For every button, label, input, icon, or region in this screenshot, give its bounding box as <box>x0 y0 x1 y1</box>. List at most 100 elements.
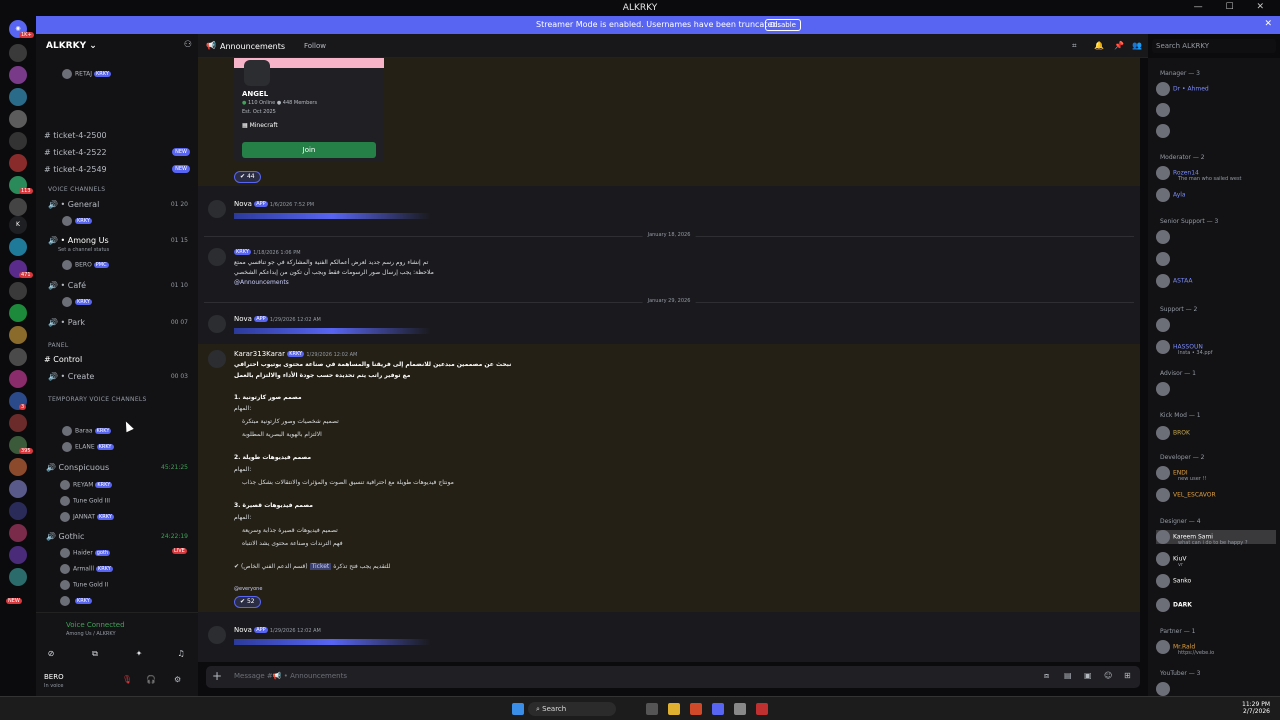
author-avatar[interactable] <box>208 350 226 368</box>
server-icon[interactable] <box>9 110 27 128</box>
category-panel[interactable]: PANEL <box>48 342 68 349</box>
channel-ticket[interactable]: # ticket-4-2500 <box>36 131 198 140</box>
task-view-icon[interactable] <box>646 703 658 715</box>
server-icon[interactable] <box>9 348 27 366</box>
threads-icon[interactable]: ⌗ <box>1072 41 1077 51</box>
notification-icon[interactable]: 🔔 <box>1094 41 1104 50</box>
author-avatar[interactable] <box>208 315 226 333</box>
server-header[interactable]: ALKRKY ⌄ ⚇ <box>36 34 198 58</box>
member-item[interactable] <box>1156 252 1173 266</box>
banner-close-icon[interactable]: ✕ <box>1264 19 1272 29</box>
server-icon[interactable] <box>9 480 27 498</box>
screen-share-icon[interactable]: ⧉ <box>80 649 110 663</box>
author-avatar[interactable] <box>208 248 226 266</box>
voice-location[interactable]: Among Us / ALKRKY <box>66 631 116 637</box>
channel-mention[interactable]: @Announcements <box>234 279 289 286</box>
server-icon[interactable] <box>9 282 27 300</box>
emoji-icon[interactable]: ☺ <box>1104 671 1112 680</box>
voice-user[interactable]: KRKY <box>62 297 92 307</box>
member-item[interactable]: Dr • Ahmed <box>1156 82 1209 96</box>
voice-user[interactable]: RETAJ KRKY <box>62 69 111 79</box>
member-item[interactable] <box>1156 103 1173 117</box>
server-icon[interactable] <box>9 66 27 84</box>
app-icon[interactable] <box>756 703 768 715</box>
author-avatar[interactable] <box>208 200 226 218</box>
server-icon[interactable] <box>9 502 27 520</box>
server-icon[interactable] <box>9 44 27 62</box>
server-icon[interactable] <box>9 304 27 322</box>
server-letter-icon[interactable]: K <box>9 216 27 234</box>
server-icon[interactable] <box>9 238 27 256</box>
voice-status[interactable]: Voice Connected <box>66 621 125 629</box>
activities-icon[interactable]: ✦ <box>124 649 154 663</box>
member-item[interactable] <box>1156 124 1173 138</box>
search-input[interactable]: Search ALKRKY <box>1152 39 1276 53</box>
gif-icon[interactable]: ▤ <box>1064 671 1072 680</box>
voice-user[interactable]: Haider goth <box>60 548 111 558</box>
channel-control[interactable]: # Control <box>36 355 198 364</box>
add-member-icon[interactable]: ⚇ <box>184 40 192 50</box>
member-item[interactable]: DARK <box>1156 598 1192 612</box>
gift-icon[interactable]: ⧈ <box>1044 671 1049 681</box>
server-icon[interactable] <box>9 568 27 586</box>
channel-status[interactable]: Set a channel status <box>58 247 109 253</box>
voice-user[interactable]: KRKY <box>60 596 92 606</box>
category-temporary[interactable]: TEMPORARY VOICE CHANNELS <box>48 396 147 403</box>
voice-user[interactable]: ELANE KRKY <box>62 442 114 452</box>
soundboard-icon[interactable]: ♫ <box>166 649 196 663</box>
message-input[interactable]: Message #📢 • Announcements <box>234 672 347 680</box>
follow-button[interactable]: Follow <box>304 42 326 50</box>
member-item[interactable] <box>1156 318 1173 332</box>
plus-icon[interactable]: + <box>212 669 222 683</box>
ticket-channel-mention[interactable]: Ticket <box>309 563 332 570</box>
member-item[interactable] <box>1156 682 1173 696</box>
reaction[interactable]: ✔ 44 <box>234 171 261 183</box>
window-controls[interactable]: — ☐ ✕ <box>1194 2 1274 12</box>
settings-icon[interactable]: ⚙ <box>174 675 181 684</box>
server-icon[interactable] <box>9 326 27 344</box>
voice-user[interactable]: Tune Gold II <box>60 580 108 590</box>
member-item[interactable]: ASTAA <box>1156 274 1193 288</box>
voice-user[interactable]: BERO PMC <box>62 260 109 270</box>
voice-user[interactable]: JANNAT KRKY <box>60 512 114 522</box>
browser-icon[interactable] <box>690 703 702 715</box>
server-icon[interactable] <box>9 154 27 172</box>
member-item[interactable] <box>1156 230 1173 244</box>
sticker-icon[interactable]: ▣ <box>1084 671 1092 680</box>
join-button[interactable]: Join <box>242 142 376 158</box>
member-item[interactable]: BROK <box>1156 426 1190 440</box>
current-user-name[interactable]: BERO <box>44 673 64 681</box>
taskbar-search[interactable]: ⌕ Search <box>528 702 616 716</box>
category-voice[interactable]: VOICE CHANNELS <box>48 186 105 193</box>
server-icon[interactable] <box>9 458 27 476</box>
member-list-icon[interactable]: 👥 <box>1132 41 1142 50</box>
server-icon[interactable] <box>9 198 27 216</box>
member-item[interactable]: Ayla <box>1156 188 1186 202</box>
pin-icon[interactable]: 📌 <box>1114 41 1124 50</box>
start-icon[interactable] <box>512 703 524 715</box>
message-composer[interactable]: + Message #📢 • Announcements ⧈ ▤ ▣ ☺ ⊞ <box>206 666 1140 688</box>
mute-icon[interactable]: 🎙 <box>122 675 132 684</box>
disable-button[interactable]: Disable <box>765 19 801 31</box>
server-icon[interactable] <box>9 524 27 542</box>
member-item[interactable] <box>1156 382 1173 396</box>
server-icon[interactable] <box>9 132 27 150</box>
voice-user[interactable]: Baraa KRKY <box>62 426 112 436</box>
everyone-mention[interactable]: @everyone <box>234 586 262 592</box>
file-explorer-icon[interactable] <box>668 703 680 715</box>
apps-icon[interactable]: ⊞ <box>1124 671 1131 680</box>
reaction[interactable]: ✔ 52 <box>234 596 261 608</box>
headphones-icon[interactable]: 🎧 <box>146 675 156 684</box>
app-icon[interactable] <box>734 703 746 715</box>
server-icon[interactable] <box>9 370 27 388</box>
server-icon[interactable] <box>9 414 27 432</box>
voice-user[interactable]: Armalll KRKY <box>60 564 113 574</box>
voice-user[interactable]: KRKY <box>62 216 92 226</box>
author-avatar[interactable] <box>208 626 226 644</box>
voice-user[interactable]: REYAM KRKY <box>60 480 113 490</box>
member-item[interactable]: VEL_ESCAVOR <box>1156 488 1216 502</box>
camera-icon[interactable]: ⊘ <box>36 649 66 663</box>
member-item[interactable]: Sanko <box>1156 574 1191 588</box>
server-icon[interactable] <box>9 88 27 106</box>
discord-icon[interactable] <box>712 703 724 715</box>
